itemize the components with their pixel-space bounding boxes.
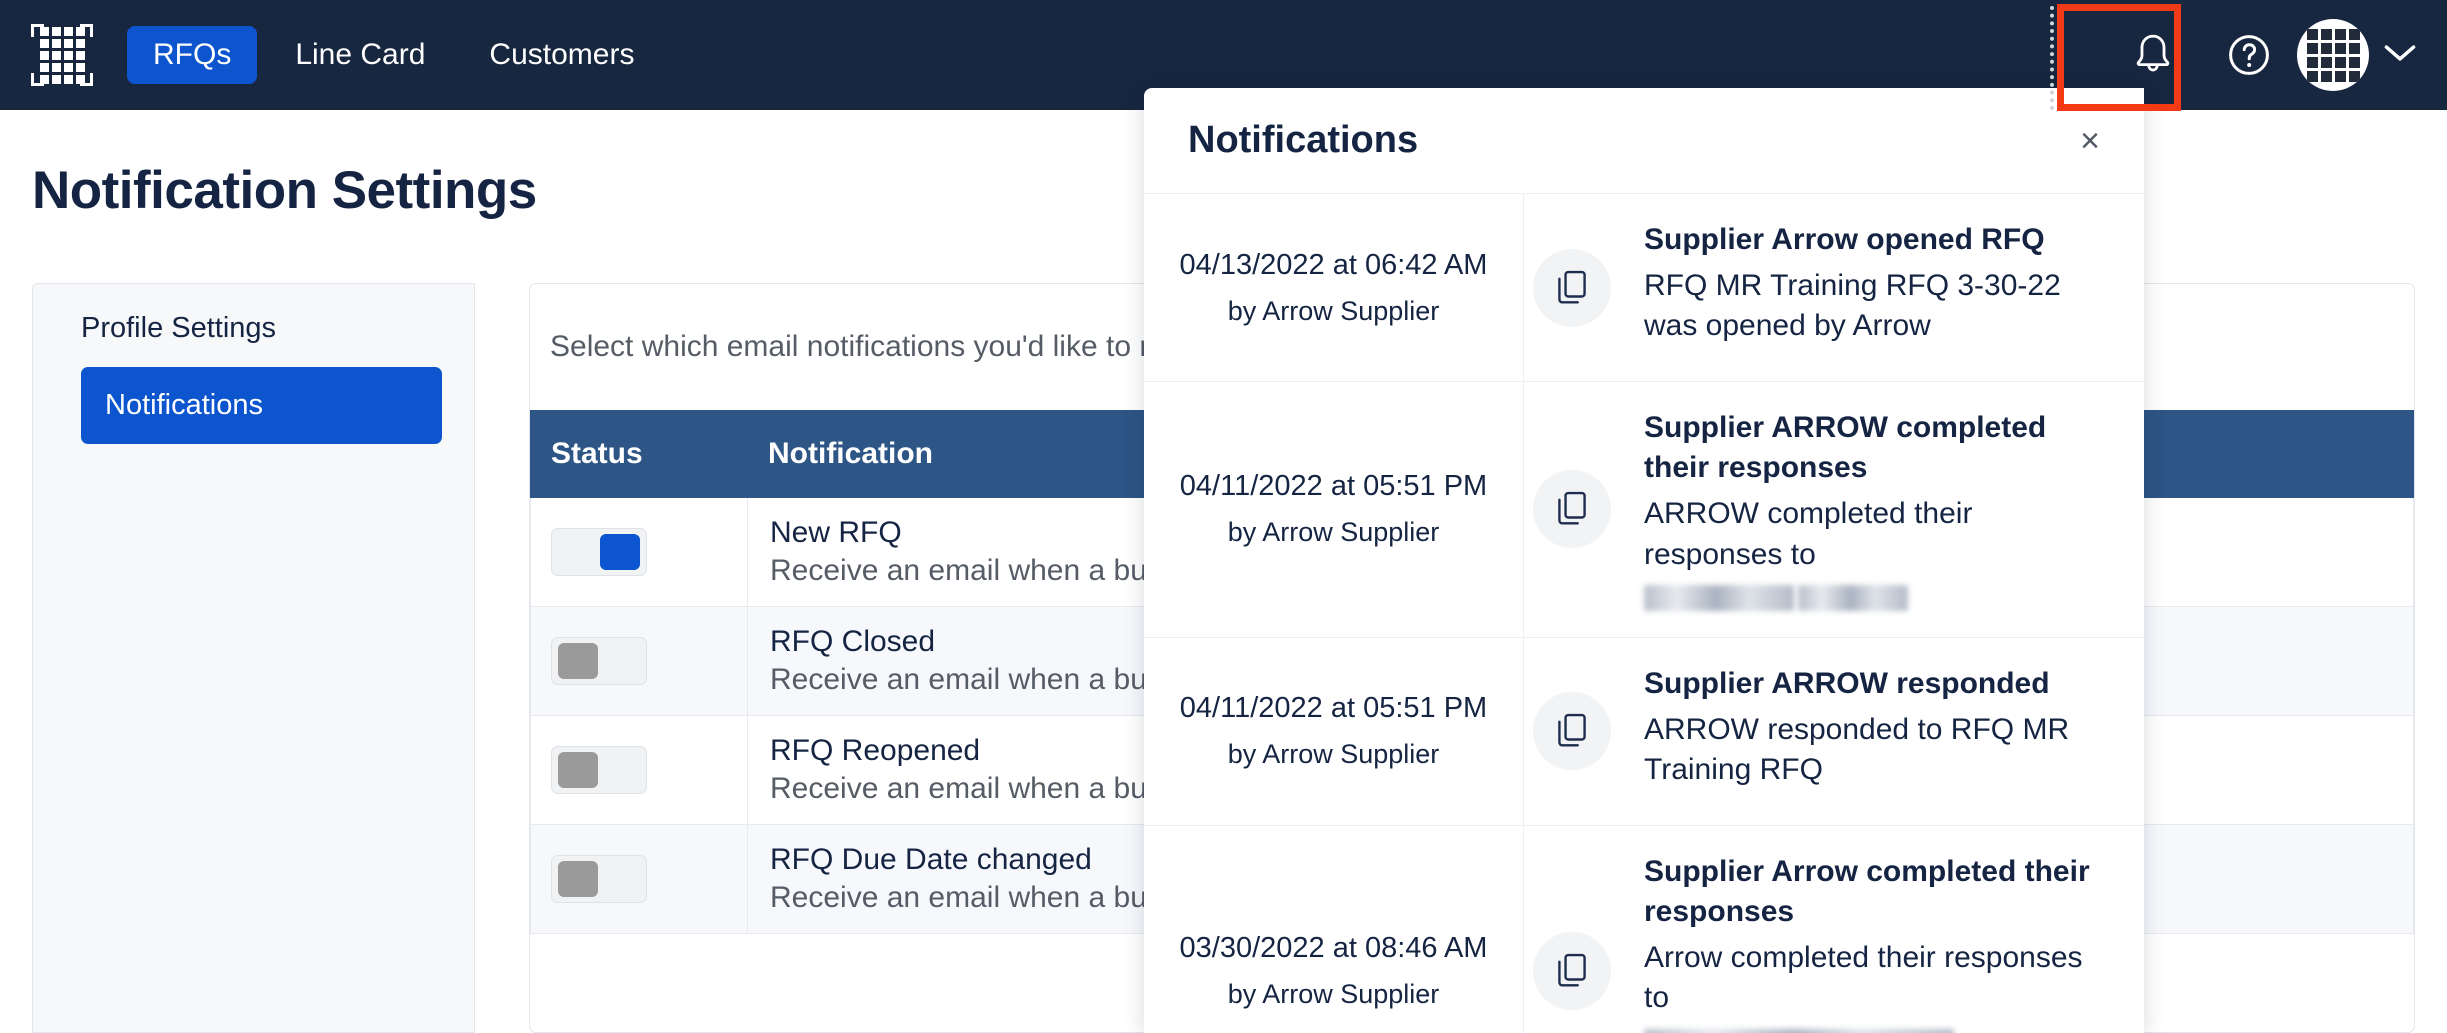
- nav-right-actions: [2105, 0, 2447, 110]
- copy-documents-glyph: [1558, 714, 1586, 747]
- account-menu-button[interactable]: [2383, 42, 2417, 69]
- notification-body-text: RFQ MR Training RFQ 3-30-22 was opened b…: [1644, 269, 2061, 343]
- app-root: RFQs Line Card Customers Notification Se…: [0, 0, 2447, 1033]
- bell-icon: [2136, 34, 2170, 72]
- notification-list-item[interactable]: 03/30/2022 at 08:46 AM by Arrow Supplier…: [1144, 825, 2144, 1033]
- logo-grid-squares: [39, 26, 85, 84]
- notifications-panel: Notifications × 04/13/2022 at 06:42 AM b…: [1144, 88, 2144, 1033]
- redacted-bar: [1644, 584, 1794, 611]
- question-circle-icon: [2229, 35, 2269, 75]
- copy-documents-icon: [1533, 692, 1611, 771]
- page-title: Notification Settings: [32, 161, 537, 220]
- notification-body-text: ARROW completed their responses to: [1644, 497, 1973, 571]
- logo-bracket-top-left: [31, 24, 44, 37]
- notification-headline: Supplier Arrow opened RFQ: [1644, 223, 2045, 256]
- status-cell-wrap: [531, 833, 747, 925]
- logo-bracket-bottom-right: [80, 73, 93, 86]
- notification-author: by Arrow Supplier: [1227, 979, 1440, 1010]
- help-button[interactable]: [2201, 0, 2297, 110]
- nav-item-customers-label: Customers: [489, 38, 635, 71]
- logo-bracket-top-right: [80, 24, 93, 37]
- copy-documents-glyph: [1558, 270, 1586, 303]
- logo-bracket-bottom-left: [31, 73, 44, 86]
- sidebar-item-notifications-label: Notifications: [105, 389, 263, 421]
- nav-item-line-card-label: Line Card: [295, 38, 426, 71]
- notification-timestamp: 04/13/2022 at 06:42 AM: [1179, 248, 1488, 281]
- status-cell-wrap: [531, 506, 747, 598]
- table-cell-status: [530, 715, 748, 825]
- notifications-panel-title: Notifications: [1188, 119, 1419, 161]
- toggle-knob: [600, 534, 640, 570]
- notification-body-text: Arrow completed their responses to: [1644, 941, 2083, 1015]
- table-cell-status: [530, 606, 748, 716]
- notification-icon-wrap: [1524, 638, 1620, 825]
- notification-content: Supplier Arrow opened RFQ RFQ MR Trainin…: [1620, 194, 2144, 381]
- copy-documents-icon: [1533, 932, 1611, 1011]
- nav-item-rfqs-label: RFQs: [153, 38, 232, 71]
- notification-author: by Arrow Supplier: [1227, 295, 1440, 326]
- copy-documents-icon: [1533, 248, 1611, 327]
- table-cell-status: [530, 824, 748, 934]
- notification-body-text: ARROW responded to RFQ MR Training RFQ: [1644, 712, 2070, 787]
- notification-list-item[interactable]: 04/13/2022 at 06:42 AM by Arrow Supplier…: [1144, 194, 2144, 382]
- avatar-grid-icon: [2306, 28, 2360, 82]
- copy-documents-glyph: [1558, 492, 1586, 525]
- status-cell-wrap: [531, 615, 747, 707]
- notification-headline: Supplier Arrow completed their responses: [1644, 854, 2090, 928]
- settings-sidebar: Profile Settings Notifications: [32, 283, 475, 1033]
- notification-headline: Supplier ARROW completed their responses: [1644, 411, 2047, 485]
- toggle-rfq-due-date-changed[interactable]: [551, 855, 647, 903]
- notification-icon-wrap: [1524, 826, 1620, 1033]
- nav-item-line-card[interactable]: Line Card: [269, 26, 451, 84]
- notification-meta: 04/11/2022 at 05:51 PM by Arrow Supplier: [1144, 382, 1524, 637]
- notification-headline: Supplier ARROW responded: [1644, 666, 2050, 700]
- toggle-knob: [558, 752, 598, 788]
- notification-icon-wrap: [1524, 382, 1620, 637]
- toggle-new-rfq[interactable]: [551, 528, 647, 576]
- notification-content: Supplier Arrow completed their responses…: [1620, 826, 2144, 1033]
- nav-links: RFQs Line Card Customers: [127, 26, 660, 84]
- redacted-bar: [1644, 1028, 1954, 1033]
- notifications-list: 04/13/2022 at 06:42 AM by Arrow Supplier…: [1144, 194, 2144, 1033]
- toggle-rfq-closed[interactable]: [551, 637, 647, 685]
- notification-author: by Arrow Supplier: [1227, 517, 1440, 548]
- notification-content: Supplier ARROW completed their responses…: [1620, 382, 2144, 637]
- column-header-status: Status: [530, 410, 748, 498]
- copy-documents-glyph: [1558, 953, 1586, 987]
- redacted-bar: [1798, 584, 1909, 611]
- status-cell-wrap: [531, 724, 747, 816]
- nav-item-rfqs[interactable]: RFQs: [127, 26, 258, 84]
- notification-meta: 03/30/2022 at 08:46 AM by Arrow Supplier: [1144, 825, 1524, 1033]
- notification-content: Supplier ARROW responded ARROW responded…: [1620, 638, 2144, 825]
- copy-documents-icon: [1533, 470, 1611, 549]
- table-cell-status: [530, 497, 748, 607]
- notification-meta: 04/13/2022 at 06:42 AM by Arrow Supplier: [1144, 194, 1524, 381]
- close-icon[interactable]: ×: [2080, 124, 2100, 158]
- notification-icon-wrap: [1524, 194, 1620, 381]
- toggle-rfq-reopened[interactable]: [551, 746, 647, 794]
- sidebar-item-notifications[interactable]: Notifications: [81, 367, 442, 444]
- grid-logo-icon[interactable]: [31, 24, 93, 86]
- toggle-knob: [558, 643, 598, 679]
- sidebar-heading: Profile Settings: [81, 312, 277, 344]
- notification-timestamp: 04/11/2022 at 05:51 PM: [1179, 470, 1488, 503]
- notification-author: by Arrow Supplier: [1227, 739, 1440, 770]
- chevron-down-icon: [2384, 44, 2416, 61]
- notification-list-item[interactable]: 04/11/2022 at 05:51 PM by Arrow Supplier…: [1144, 637, 2144, 826]
- nav-item-customers[interactable]: Customers: [463, 26, 660, 84]
- redacted-text-block: [1644, 1019, 2110, 1033]
- notifications-panel-header: Notifications ×: [1144, 88, 2144, 194]
- redacted-text-block: [1644, 575, 2110, 611]
- highlight-guide-line: [2050, 6, 2054, 110]
- notification-list-item[interactable]: 04/11/2022 at 05:51 PM by Arrow Supplier…: [1144, 382, 2144, 638]
- notification-meta: 04/11/2022 at 05:51 PM by Arrow Supplier: [1144, 637, 1524, 825]
- notification-timestamp: 03/30/2022 at 08:46 AM: [1179, 932, 1488, 965]
- toggle-knob: [558, 861, 598, 897]
- notification-timestamp: 04/11/2022 at 05:51 PM: [1179, 692, 1488, 725]
- avatar[interactable]: [2297, 19, 2369, 91]
